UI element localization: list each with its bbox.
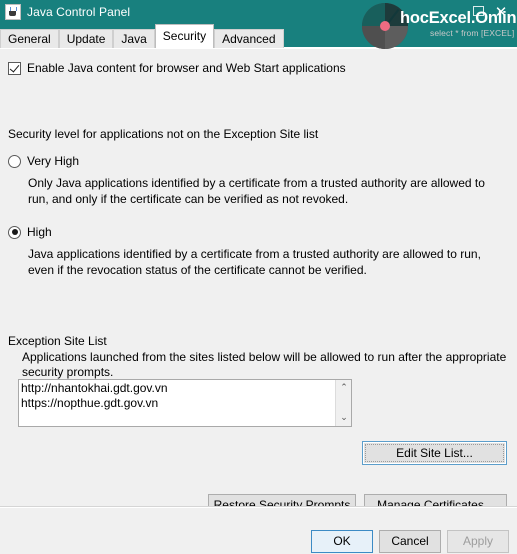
java-cup-icon [5, 4, 21, 20]
description-very-high: Only Java applications identified by a c… [28, 176, 485, 206]
tab-advanced[interactable]: Advanced [214, 29, 284, 48]
tab-security[interactable]: Security [154, 24, 215, 48]
radio-high[interactable] [8, 225, 21, 239]
list-item[interactable]: https://nopthue.gdt.gov.vn [21, 396, 168, 411]
titlebar: Java Control Panel ✕ [0, 0, 517, 24]
edit-site-list-button[interactable]: Edit Site List... [362, 441, 507, 465]
enable-java-checkbox-row[interactable]: Enable Java content for browser and Web … [8, 61, 346, 75]
tab-general[interactable]: General [0, 29, 59, 48]
listbox-scrollbar[interactable]: ⌃ ⌄ [335, 380, 351, 426]
exception-site-items: http://nhantokhai.gdt.gov.vn https://nop… [19, 380, 168, 411]
dialog-footer: OK Cancel Apply [0, 506, 517, 554]
exception-site-listbox[interactable]: http://nhantokhai.gdt.gov.vn https://nop… [18, 379, 352, 427]
window-title: Java Control Panel [27, 5, 131, 19]
tab-strip: General Update Java Security Advanced [0, 24, 517, 48]
radio-label-high: High [27, 225, 52, 239]
security-tab-panel: Enable Java content for browser and Web … [0, 48, 517, 516]
exception-site-list-heading: Exception Site List [8, 334, 107, 348]
close-icon[interactable]: ✕ [491, 2, 511, 22]
cancel-button[interactable]: Cancel [379, 530, 441, 553]
enable-java-checkbox[interactable] [8, 61, 21, 75]
enable-java-label: Enable Java content for browser and Web … [27, 61, 346, 75]
radio-row-very-high[interactable]: Very High [8, 154, 79, 168]
restore-window-icon[interactable] [473, 6, 484, 16]
apply-button[interactable]: Apply [447, 530, 509, 553]
radio-row-high[interactable]: High [8, 225, 52, 239]
ok-button[interactable]: OK [311, 530, 373, 553]
java-control-panel-window: Java Control Panel ✕ General Update Java… [0, 0, 517, 554]
security-level-heading: Security level for applications not on t… [8, 127, 319, 141]
tab-java[interactable]: Java [113, 29, 155, 48]
exception-site-list-description: Applications launched from the sites lis… [22, 350, 507, 379]
scroll-up-icon[interactable]: ⌃ [336, 380, 351, 396]
focus-outline [365, 444, 504, 462]
tab-update[interactable]: Update [58, 29, 114, 48]
list-item[interactable]: http://nhantokhai.gdt.gov.vn [21, 381, 168, 396]
radio-very-high[interactable] [8, 154, 21, 168]
scroll-down-icon[interactable]: ⌄ [336, 410, 351, 426]
radio-label-very-high: Very High [27, 154, 80, 168]
description-high: Java applications identified by a certif… [28, 247, 481, 277]
